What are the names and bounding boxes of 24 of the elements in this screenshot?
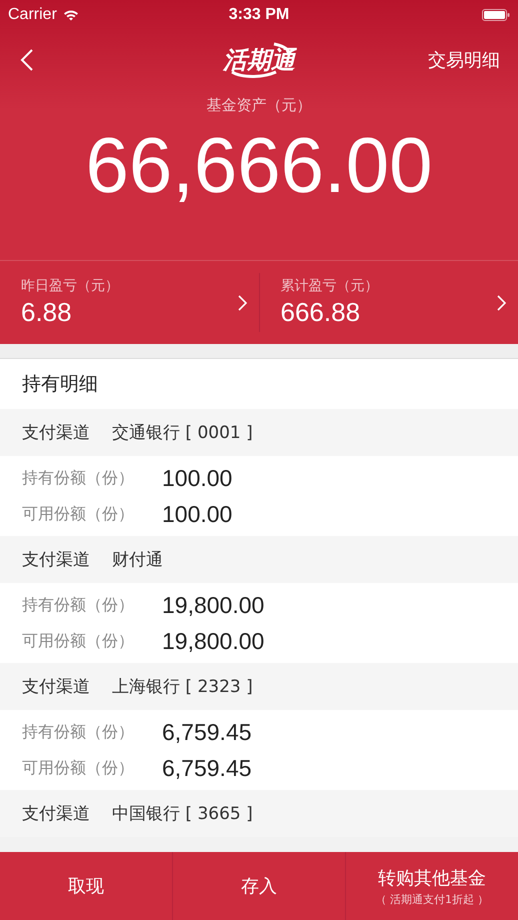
asset-value: 66,666.00 [84,120,434,211]
asset-label: 基金资产（元） [206,96,312,115]
share-label: 可用份额（份） [22,504,135,524]
share-label: 持有份额（份） [22,594,135,616]
chevron-icon [238,294,246,310]
share-label: 可用份额（份） [22,630,135,652]
transactions-link[interactable]: 交易明细 [428,48,500,72]
share-value: 19,800.00 [162,592,264,618]
share-value: 100.00 [162,500,232,528]
share-label: 可用份额（份） [22,758,135,778]
share-label: 持有份额（份） [22,468,135,488]
chevron-icon [497,294,506,310]
share-label: 持有份额（份） [22,722,135,742]
carrier-name: Carrier [8,6,57,24]
stat-card[interactable]: 累计盈亏（元） 666.88 [260,273,518,332]
share-value: 6,759.45 [162,718,252,746]
share-value: 100.00 [162,464,232,492]
battery-icon [482,9,510,21]
share-value: 19,800.00 [162,628,264,654]
status-time: 3:33 PM [228,6,290,24]
section-title: 持有明细 [0,359,518,409]
wifi-icon [62,9,79,21]
share-value: 6,759.45 [162,754,252,782]
stat-card[interactable]: 昨日盈亏（元） 6.88 [0,273,260,332]
